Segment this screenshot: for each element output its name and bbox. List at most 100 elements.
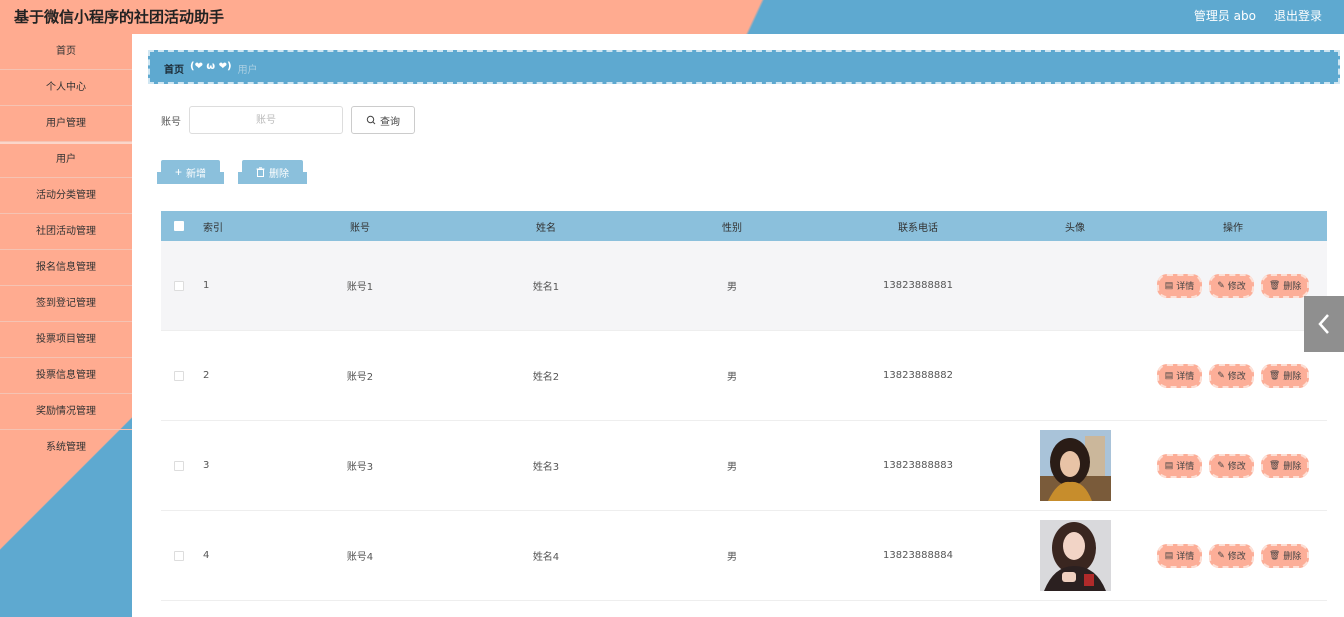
user-table: 索引 账号 姓名 性别 联系电话 头像 操作 1 账号1 姓名1 男 13823… bbox=[161, 211, 1327, 601]
trash-icon: 🗑 bbox=[1268, 370, 1281, 380]
edit-button[interactable]: ✎ 修改 bbox=[1209, 273, 1254, 298]
document-icon: ▤ bbox=[1164, 460, 1174, 470]
table-row: 3 账号3 姓名3 男 13823888883 ▤ 详情 ✎ 修改 🗑 删除 bbox=[161, 421, 1327, 511]
delete-button[interactable]: 🗑 删除 bbox=[1260, 273, 1310, 298]
sidebar-item-vote-project[interactable]: 投票项目管理 bbox=[0, 322, 132, 358]
cell-name: 姓名3 bbox=[532, 462, 560, 473]
collapse-panel-tab[interactable] bbox=[1304, 296, 1344, 352]
edit-button[interactable]: ✎ 修改 bbox=[1209, 363, 1254, 388]
row-checkbox[interactable] bbox=[174, 280, 184, 291]
row-checkbox[interactable] bbox=[174, 370, 184, 381]
sidebar-item-user-management[interactable]: 用户管理 bbox=[0, 106, 132, 142]
cell-phone: 13823888884 bbox=[883, 550, 953, 561]
add-button-label: 新增 bbox=[186, 168, 207, 180]
avatar-image bbox=[1039, 430, 1111, 501]
batch-delete-label: 删除 bbox=[269, 168, 290, 180]
admin-user-label[interactable]: 管理员 abo bbox=[1194, 7, 1256, 24]
search-icon bbox=[366, 115, 376, 125]
column-header-phone: 联系电话 bbox=[898, 222, 938, 234]
detail-label: 详情 bbox=[1176, 551, 1195, 561]
delete-button[interactable]: 🗑 删除 bbox=[1260, 453, 1310, 478]
sidebar-item-reward[interactable]: 奖励情况管理 bbox=[0, 394, 132, 430]
edit-label: 修改 bbox=[1227, 461, 1246, 471]
detail-button[interactable]: ▤ 详情 bbox=[1156, 453, 1203, 478]
edit-label: 修改 bbox=[1227, 551, 1246, 561]
sidebar-item-personal-center[interactable]: 个人中心 bbox=[0, 70, 132, 106]
cell-name: 姓名2 bbox=[532, 372, 560, 383]
sidebar: 首页 个人中心 用户管理 用户 活动分类管理 社团活动管理 报名信息管理 签到登… bbox=[0, 34, 132, 617]
breadcrumb-current: 用户 bbox=[237, 65, 258, 76]
breadcrumb: 首页 (❤ ω ❤) 用户 bbox=[148, 50, 1340, 84]
column-header-name: 姓名 bbox=[536, 222, 556, 234]
cell-account: 账号2 bbox=[346, 372, 374, 383]
delete-label: 删除 bbox=[1283, 461, 1302, 471]
delete-button[interactable]: 🗑 删除 bbox=[1260, 363, 1310, 388]
document-icon: ▤ bbox=[1164, 280, 1174, 290]
column-header-index: 索引 bbox=[203, 222, 223, 234]
edit-label: 修改 bbox=[1227, 371, 1246, 381]
batch-delete-button[interactable]: 删除 bbox=[242, 160, 304, 184]
sidebar-item-system[interactable]: 系统管理 bbox=[0, 430, 132, 466]
detail-button[interactable]: ▤ 详情 bbox=[1156, 543, 1203, 568]
sidebar-item-registration[interactable]: 报名信息管理 bbox=[0, 250, 132, 286]
main-content: 首页 (❤ ω ❤) 用户 账号 查询 + 新增 删除 bbox=[132, 34, 1344, 617]
row-checkbox[interactable] bbox=[174, 460, 184, 471]
cell-gender: 男 bbox=[727, 552, 737, 563]
row-checkbox[interactable] bbox=[174, 550, 184, 561]
add-button[interactable]: + 新增 bbox=[161, 160, 221, 184]
cell-gender: 男 bbox=[727, 282, 737, 293]
cell-account: 账号1 bbox=[346, 282, 374, 293]
cell-name: 姓名4 bbox=[532, 552, 560, 563]
delete-label: 删除 bbox=[1283, 371, 1302, 381]
action-toolbar: + 新增 删除 bbox=[161, 160, 304, 184]
trash-icon bbox=[256, 167, 265, 177]
plus-icon: + bbox=[175, 165, 183, 179]
detail-button[interactable]: ▤ 详情 bbox=[1156, 363, 1203, 388]
sidebar-item-activity-category[interactable]: 活动分类管理 bbox=[0, 178, 132, 214]
search-button-label: 查询 bbox=[380, 116, 400, 128]
sidebar-item-home[interactable]: 首页 bbox=[0, 34, 132, 70]
cell-phone: 13823888882 bbox=[883, 370, 953, 381]
edit-button[interactable]: ✎ 修改 bbox=[1209, 453, 1254, 478]
edit-button[interactable]: ✎ 修改 bbox=[1209, 543, 1254, 568]
breadcrumb-separator: (❤ ω ❤) bbox=[190, 61, 232, 72]
select-all-checkbox[interactable] bbox=[174, 221, 184, 231]
cell-phone: 13823888883 bbox=[883, 460, 953, 471]
pencil-icon: ✎ bbox=[1217, 550, 1225, 560]
delete-label: 删除 bbox=[1283, 551, 1302, 561]
app-header: 基于微信小程序的社团活动助手 管理员 abo 退出登录 bbox=[0, 0, 1344, 34]
trash-icon: 🗑 bbox=[1268, 550, 1281, 560]
trash-icon: 🗑 bbox=[1268, 280, 1281, 290]
search-bar: 账号 查询 bbox=[161, 106, 415, 134]
pencil-icon: ✎ bbox=[1217, 460, 1225, 470]
document-icon: ▤ bbox=[1164, 370, 1174, 380]
sidebar-subitem-user[interactable]: 用户 bbox=[0, 144, 132, 178]
column-header-actions: 操作 bbox=[1223, 222, 1243, 234]
sidebar-item-vote-info[interactable]: 投票信息管理 bbox=[0, 358, 132, 394]
cell-gender: 男 bbox=[727, 372, 737, 383]
detail-button[interactable]: ▤ 详情 bbox=[1156, 273, 1203, 298]
logout-link[interactable]: 退出登录 bbox=[1274, 7, 1322, 24]
sidebar-item-club-activity[interactable]: 社团活动管理 bbox=[0, 214, 132, 250]
avatar-image bbox=[1039, 520, 1111, 591]
cell-account: 账号3 bbox=[346, 462, 374, 473]
table-row: 2 账号2 姓名2 男 13823888882 ▤ 详情 ✎ 修改 🗑 删除 bbox=[161, 331, 1327, 421]
cell-index: 2 bbox=[203, 370, 210, 381]
cell-index: 1 bbox=[203, 280, 210, 291]
pencil-icon: ✎ bbox=[1217, 280, 1225, 290]
pencil-icon: ✎ bbox=[1217, 370, 1225, 380]
detail-label: 详情 bbox=[1176, 371, 1195, 381]
table-row: 1 账号1 姓名1 男 13823888881 ▤ 详情 ✎ 修改 🗑 删除 bbox=[161, 241, 1327, 331]
search-input[interactable] bbox=[189, 106, 343, 134]
sidebar-item-checkin[interactable]: 签到登记管理 bbox=[0, 286, 132, 322]
search-label: 账号 bbox=[161, 116, 181, 128]
cell-index: 4 bbox=[203, 550, 210, 561]
chevron-left-icon bbox=[1318, 314, 1329, 334]
app-title: 基于微信小程序的社团活动助手 bbox=[14, 8, 225, 26]
breadcrumb-home[interactable]: 首页 bbox=[164, 61, 184, 76]
cell-gender: 男 bbox=[727, 462, 737, 473]
column-header-avatar: 头像 bbox=[1065, 222, 1085, 234]
search-button[interactable]: 查询 bbox=[351, 106, 415, 134]
delete-button[interactable]: 🗑 删除 bbox=[1260, 543, 1310, 568]
document-icon: ▤ bbox=[1164, 550, 1174, 560]
